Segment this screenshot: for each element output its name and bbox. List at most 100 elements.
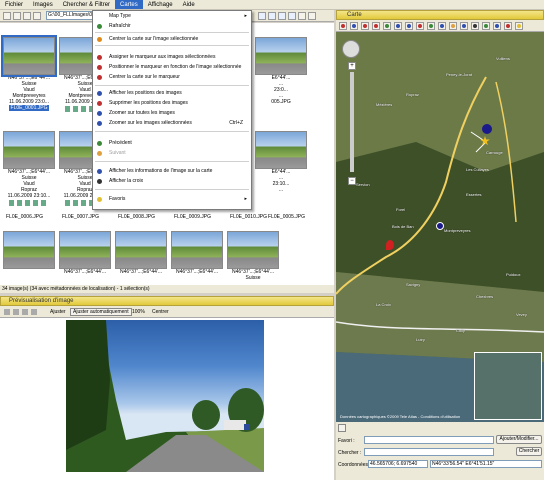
next-icon[interactable] [22, 309, 28, 315]
map-tool-icon[interactable] [482, 22, 490, 30]
thumb-filename: FL0E_0010.JPG [230, 214, 267, 220]
menu-item[interactable]: Centrer la carte sur l'image sélectionné… [93, 35, 251, 44]
menu-item-label: Afficher les informations de l'image sur… [109, 168, 213, 174]
zoom-slider[interactable] [350, 72, 354, 172]
forward-icon[interactable] [13, 12, 21, 20]
coords-dms[interactable]: N46°33'56.54" E6°41'51.15" [430, 460, 542, 468]
map-place-label: Bois de Ban [392, 224, 414, 229]
thumbnail[interactable]: N46°37'...;E6°44'... Suisse Vaud Ropraz … [2, 131, 56, 206]
menu-item[interactable]: Positionner le marqueur en fonction de l… [93, 63, 251, 72]
menu-item[interactable]: Favoris ▸ [93, 195, 251, 204]
menu-item-icon [97, 151, 102, 156]
map-tool-icon[interactable] [350, 22, 358, 30]
menu-item[interactable]: Rafraîchir [93, 22, 251, 31]
folder-icon[interactable] [33, 12, 41, 20]
ajuster-button[interactable]: Ajuster [50, 306, 66, 318]
map-tool-icon[interactable] [460, 22, 468, 30]
chercher-button[interactable]: Chercher [516, 447, 542, 456]
menu-aide[interactable]: Aide [178, 0, 200, 9]
menu-affichage[interactable]: Affichage [143, 0, 178, 9]
map-place-label: Carrouge [486, 150, 503, 155]
thumbnail-image[interactable] [115, 231, 167, 269]
menu-item[interactable]: Suivant [93, 149, 251, 158]
menu-item[interactable]: Précédent [93, 139, 251, 148]
favoris-label: Favori : [338, 438, 355, 444]
position-marker-icon[interactable] [436, 222, 444, 230]
map-tool-icon[interactable] [504, 22, 512, 30]
map-tool-icon[interactable] [405, 22, 413, 30]
menu-item[interactable]: Afficher les informations de l'image sur… [93, 167, 251, 176]
thumbnail[interactable]: E6°44'... ... 23:10... ... [254, 131, 308, 203]
menu-images[interactable]: Images [28, 0, 58, 9]
menu-item[interactable]: Afficher la croix [93, 177, 251, 186]
chercher-input[interactable] [364, 448, 494, 456]
image-marker-icon[interactable] [482, 124, 492, 134]
thumbnail[interactable]: N46°37'...;E6°44'... [58, 231, 112, 285]
sort-icon[interactable] [268, 12, 276, 20]
menu-item[interactable]: Map Type ▸ [93, 12, 251, 21]
favoris-button[interactable]: Ajouter/Modifier... [496, 435, 542, 444]
preview-photo [66, 320, 264, 472]
back-icon[interactable] [3, 12, 11, 20]
menu-item[interactable]: Afficher les positions des images [93, 89, 251, 98]
last-icon[interactable] [31, 309, 37, 315]
menu-item[interactable]: Zoomer sur toutes les images [93, 109, 251, 118]
zoom-out-icon[interactable]: − [348, 177, 356, 185]
preview-title: Prévisualisation d'image [0, 296, 334, 306]
overview-map[interactable] [474, 352, 542, 420]
menu-item[interactable]: Supprimer les positions des images [93, 99, 251, 108]
filter-icon[interactable] [278, 12, 286, 20]
size-icon[interactable] [298, 12, 306, 20]
up-folder-icon[interactable] [23, 12, 31, 20]
thumb-country: Suisse [245, 275, 261, 281]
thumbnail-image[interactable] [227, 231, 279, 269]
thumbnail-image[interactable] [3, 231, 55, 269]
menu-chercher-filtrer[interactable]: Chercher & Filtrer [58, 0, 115, 9]
map-tool-icon[interactable] [493, 22, 501, 30]
thumbnail-image[interactable] [255, 37, 307, 75]
map-tool-icon[interactable] [372, 22, 380, 30]
map-tool-icon[interactable] [394, 22, 402, 30]
zoom-icon[interactable] [288, 12, 296, 20]
thumbnail[interactable]: E6°44'... ... 23:0... ... 005.JPG [254, 37, 308, 109]
favoris-select[interactable] [364, 436, 494, 444]
map-tool-icon[interactable] [438, 22, 446, 30]
thumbnail[interactable]: N46°37'...;E6°44'... [114, 231, 168, 285]
menu-item[interactable]: Centrer la carte sur le marqueur [93, 73, 251, 82]
thumbnail[interactable]: N46°37'...;E6°44'... [170, 231, 224, 285]
thumbnail[interactable]: N46°37'...;E6°44'... Suisse [226, 231, 280, 285]
pan-control-icon[interactable] [342, 40, 360, 58]
map-tool-icon[interactable] [416, 22, 424, 30]
map-tool-icon[interactable] [515, 22, 523, 30]
thumbnail-image[interactable] [171, 231, 223, 269]
thumbnail-image[interactable] [255, 131, 307, 169]
map-tool-icon[interactable] [339, 22, 347, 30]
map-view[interactable]: + − Ropraz Peney-le-Jorat Vulliens Mézières… [336, 32, 544, 422]
coords-decimal[interactable]: 46.565706; 6.697540 [368, 460, 428, 468]
map-tool-icon[interactable] [427, 22, 435, 30]
settings-icon[interactable] [308, 12, 316, 20]
centrer-button[interactable]: Centrer [152, 306, 169, 318]
thumbnail-image[interactable] [59, 231, 111, 269]
ajuster-auto-button[interactable]: Ajuster automatiquement [70, 308, 132, 316]
first-icon[interactable] [4, 309, 10, 315]
map-tool-icon[interactable] [471, 22, 479, 30]
red-marker-icon[interactable] [386, 240, 394, 250]
zoom-select[interactable]: 100% [132, 306, 145, 318]
map-tool-icon[interactable] [383, 22, 391, 30]
thumbnail[interactable]: N46°37'...;E6°44'... Suisse Vaud Montpre… [1, 35, 57, 111]
prev-icon[interactable] [13, 309, 19, 315]
menu-item[interactable]: Assigner le marqueur aux images sélectio… [93, 53, 251, 62]
thumbnail[interactable] [2, 231, 56, 285]
map-tool-icon[interactable] [449, 22, 457, 30]
menu-fichier[interactable]: Fichier [0, 0, 28, 9]
map-tool-icon[interactable] [361, 22, 369, 30]
view-icon[interactable] [258, 12, 266, 20]
thumbnail-image[interactable] [1, 35, 57, 77]
menu-item[interactable]: Zoomer sur les images sélectionnées Ctrl+… [93, 119, 251, 128]
menu-cartes[interactable]: Cartes [115, 0, 143, 9]
edit-icon[interactable] [338, 424, 346, 432]
path-field[interactable]: G:\00_FLLImages\00 [46, 11, 98, 20]
thumbnail-image[interactable] [3, 131, 55, 169]
zoom-in-icon[interactable]: + [348, 62, 356, 70]
